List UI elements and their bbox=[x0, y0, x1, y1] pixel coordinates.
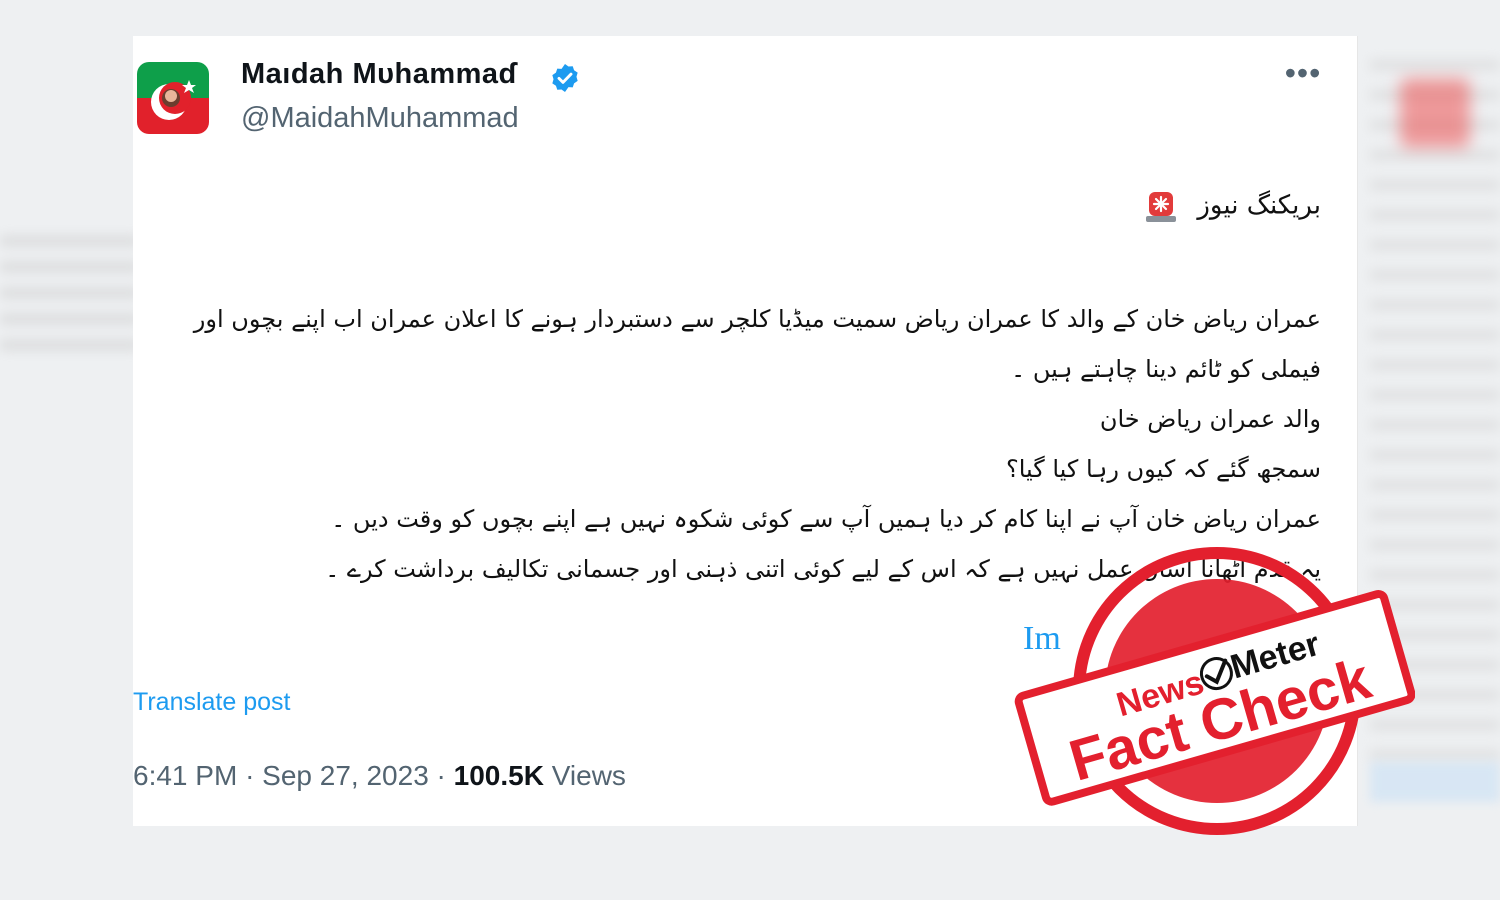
views-count: 100.5K bbox=[453, 760, 544, 791]
avatar[interactable] bbox=[137, 62, 209, 134]
tweet-time[interactable]: 6:41 PM bbox=[133, 760, 237, 791]
verified-badge-icon bbox=[552, 64, 578, 92]
user-handle[interactable]: @MaidahMuhammad bbox=[241, 102, 519, 135]
tweet-line: عمران ریاض خان کے والد کا عمران ریاض سمی… bbox=[193, 305, 1321, 383]
display-name[interactable]: Maıdah Mυhammaɗ bbox=[241, 58, 517, 91]
breaking-news-line: بریکنگ نیوز bbox=[1143, 188, 1321, 224]
blurred-background-left bbox=[0, 230, 140, 350]
more-horizontal-icon[interactable]: ••• bbox=[1283, 57, 1323, 92]
fact-check-stamp: News Meter Fact Check bbox=[1014, 547, 1415, 835]
rotating-light-icon bbox=[1146, 192, 1177, 222]
tweet-line: سمجھ گئے کہ کیوں رہا کیا گیا؟ bbox=[1006, 455, 1321, 483]
tweet-meta: 6:41 PM · Sep 27, 2023 · 100.5K Views bbox=[133, 760, 626, 792]
tweet-date[interactable]: Sep 27, 2023 bbox=[262, 760, 429, 791]
separator-dot: · bbox=[436, 760, 454, 791]
separator-dot: · bbox=[245, 760, 263, 791]
views-label: Views bbox=[551, 760, 626, 791]
translate-post-link[interactable]: Translate post bbox=[133, 688, 290, 717]
blurred-background-avatar bbox=[1400, 78, 1470, 148]
tweet-line: والد عمران ریاض خان bbox=[1099, 405, 1321, 433]
breaking-news-label: بریکنگ نیوز bbox=[1197, 190, 1321, 221]
